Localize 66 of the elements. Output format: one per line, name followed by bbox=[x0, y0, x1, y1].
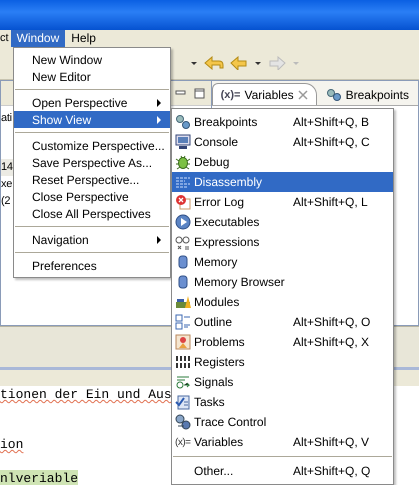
code-line: tionen der Ein und Aus bbox=[0, 386, 172, 404]
menu-item[interactable]: Save Perspective As... bbox=[14, 154, 170, 171]
menu-item[interactable]: Outline Alt+Shift+Q, O bbox=[172, 312, 393, 332]
variables-icon: (x)= bbox=[220, 88, 240, 100]
minimize-icon[interactable] bbox=[174, 89, 186, 97]
menu-item[interactable]: Breakpoints Alt+Shift+Q, B bbox=[172, 112, 393, 132]
problems-icon bbox=[175, 334, 191, 350]
dropdown-caret-icon[interactable] bbox=[190, 59, 198, 67]
tree-item[interactable]: ati bbox=[1, 110, 12, 127]
dropdown-caret-icon[interactable] bbox=[254, 59, 262, 67]
code-line: ion bbox=[0, 436, 24, 454]
menu-item[interactable]: Trace Control bbox=[172, 412, 393, 432]
maximize-icon[interactable] bbox=[194, 88, 205, 98]
tree-item[interactable]: xe bbox=[1, 176, 12, 193]
menu-item[interactable]: Close Perspective bbox=[14, 188, 170, 205]
menu-item[interactable]: Memory Browser bbox=[172, 272, 393, 292]
menu-bar-item[interactable]: Help bbox=[65, 30, 102, 47]
menu-bar-item[interactable]: Window bbox=[10, 30, 66, 47]
menu-item[interactable]: Navigation bbox=[14, 231, 170, 248]
view-tab[interactable]: (x)= Variables bbox=[212, 83, 317, 105]
variables-icon: (x)= bbox=[175, 436, 190, 448]
menu-item[interactable]: Memory bbox=[172, 252, 393, 272]
bug-icon bbox=[175, 154, 191, 170]
tasks-icon bbox=[175, 394, 191, 410]
menu-item[interactable]: Open Perspective bbox=[14, 94, 170, 111]
menu-item[interactable]: Customize Perspective... bbox=[14, 137, 170, 154]
binary-icon bbox=[175, 354, 191, 370]
menu-item[interactable]: Preferences bbox=[14, 257, 170, 274]
menu-item[interactable]: Expressions bbox=[172, 232, 393, 252]
circles-icon bbox=[326, 88, 342, 102]
forward-arrow-icon[interactable] bbox=[268, 56, 286, 70]
menu-item[interactable]: Executables bbox=[172, 212, 393, 232]
signals-icon bbox=[175, 374, 191, 390]
tab-label: Breakpoints bbox=[346, 88, 409, 102]
menu-item[interactable]: Signals bbox=[172, 372, 393, 392]
menu-bar-item[interactable]: ct bbox=[0, 30, 11, 47]
blocks-icon bbox=[175, 294, 191, 310]
menu-item[interactable]: Registers bbox=[172, 352, 393, 372]
menu-item[interactable]: Show View bbox=[14, 111, 170, 128]
menu-item[interactable]: Error Log Alt+Shift+Q, L bbox=[172, 192, 393, 212]
menu-item[interactable]: Modules bbox=[172, 292, 393, 312]
monitor-icon bbox=[175, 134, 191, 150]
view-tab[interactable]: Breakpoints bbox=[316, 83, 418, 105]
tab-label: Variables bbox=[244, 88, 294, 102]
trace-icon bbox=[175, 414, 191, 430]
back-arrow-icon[interactable] bbox=[204, 56, 224, 70]
menu-item[interactable]: Tasks bbox=[172, 392, 393, 412]
error-icon bbox=[175, 194, 191, 210]
menu-item[interactable]: Problems Alt+Shift+Q, X bbox=[172, 332, 393, 352]
outline-icon bbox=[175, 314, 191, 330]
menu-item[interactable]: Reset Perspective... bbox=[14, 171, 170, 188]
circles-icon bbox=[175, 114, 191, 130]
menu-item[interactable]: New Window bbox=[14, 51, 170, 68]
play-icon bbox=[175, 214, 191, 230]
menu-item[interactable]: Close All Perspectives bbox=[14, 205, 170, 222]
menu-item[interactable]: (x)= Variables Alt+Shift+Q, V bbox=[172, 432, 393, 452]
menu-item[interactable]: New Editor bbox=[14, 68, 170, 85]
menu-item[interactable]: Other... Alt+Shift+Q, Q bbox=[172, 461, 393, 481]
tree-item[interactable]: 14 bbox=[1, 159, 13, 176]
back-arrow-icon[interactable] bbox=[230, 56, 248, 70]
menu-item[interactable]: Disassembly bbox=[172, 172, 393, 192]
menu-item[interactable]: Debug bbox=[172, 152, 393, 172]
tree-item[interactable]: (2 bbox=[1, 193, 10, 210]
close-icon[interactable] bbox=[298, 90, 308, 100]
menu-item[interactable]: Console Alt+Shift+Q, C bbox=[172, 132, 393, 152]
glasses-icon bbox=[175, 234, 191, 250]
